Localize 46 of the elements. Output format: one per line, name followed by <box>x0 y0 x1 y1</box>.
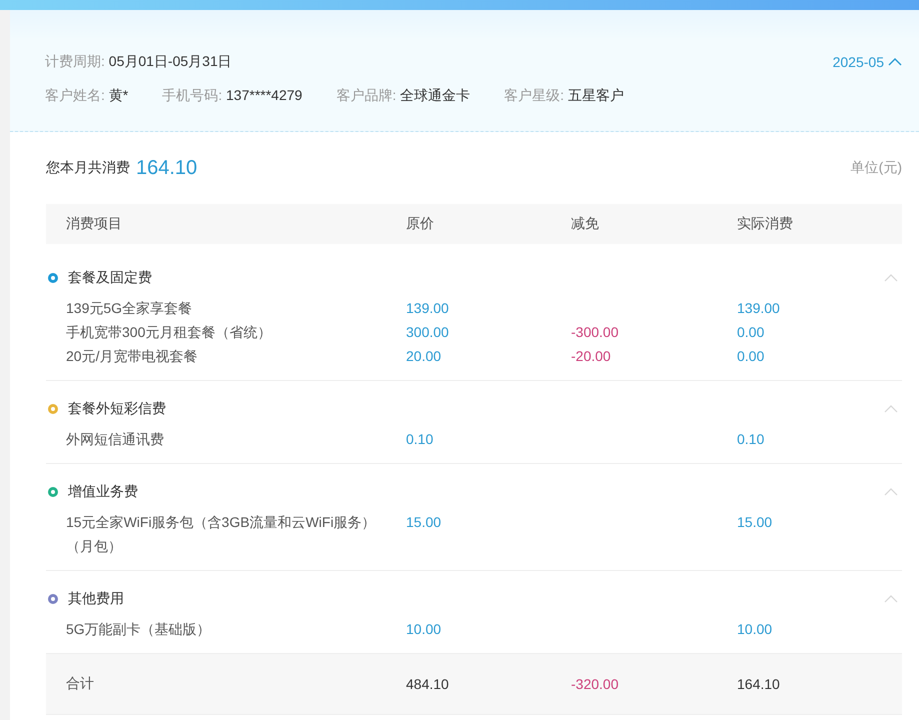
fee-item: 15元全家WiFi服务包（含3GB流量和云WiFi服务）（月包） <box>66 513 377 556</box>
actual-amount: 10.00 <box>737 621 772 637</box>
total-actual: 164.10 <box>737 676 780 692</box>
unit-label: 单位(元) <box>850 159 902 177</box>
category-title: 增值业务费 <box>68 483 138 501</box>
collapse-icon[interactable] <box>884 405 898 413</box>
original-price: 139.00 <box>406 300 449 316</box>
collapse-icon[interactable] <box>884 595 898 603</box>
actual-amount: 0.00 <box>737 348 764 364</box>
fee-item: 139元5G全家享套餐 <box>66 299 194 318</box>
total-original: 484.10 <box>406 676 449 692</box>
fee-item: 外网短信通讯费 <box>66 430 165 449</box>
total-amount: 164.10 <box>136 156 198 180</box>
column-header: 原价 <box>406 215 435 233</box>
customer-info: 手机号码: 137****4279 <box>162 87 302 105</box>
month-selector[interactable]: 2025-05 <box>832 54 902 70</box>
total-label: 您本月共消费 <box>46 159 130 177</box>
category-title: 其他费用 <box>68 590 124 608</box>
discount-amount: -300.00 <box>571 324 618 340</box>
original-price: 300.00 <box>406 324 449 340</box>
chevron-icon <box>888 57 902 67</box>
fee-item: 手机宽带300元月租套餐（省统） <box>66 323 272 342</box>
collapse-icon[interactable] <box>884 274 898 282</box>
column-header: 消费项目 <box>66 215 123 233</box>
customer-info: 客户品牌: 全球通金卡 <box>336 87 470 105</box>
original-price: 20.00 <box>406 348 442 364</box>
actual-amount: 139.00 <box>737 300 780 316</box>
billing-period: 计费周期: 05月01日-05月31日 <box>45 53 232 71</box>
category-title: 套餐及固定费 <box>68 269 152 287</box>
original-price: 10.00 <box>406 621 442 637</box>
category-title: 套餐外短彩信费 <box>68 400 166 418</box>
column-header: 实际消费 <box>737 215 794 233</box>
customer-info: 客户星级: 五星客户 <box>504 87 624 105</box>
discount-amount: -20.00 <box>571 348 611 364</box>
actual-amount: 0.10 <box>737 431 764 447</box>
column-header: 减免 <box>571 215 600 233</box>
actual-amount: 15.00 <box>737 514 772 530</box>
actual-amount: 0.00 <box>737 324 764 340</box>
original-price: 15.00 <box>406 514 442 530</box>
total-row-label: 合计 <box>66 675 94 691</box>
total-discount: -320.00 <box>571 676 618 692</box>
customer-info: 客户姓名: 黄* <box>45 87 128 105</box>
fee-item: 20元/月宽带电视套餐 <box>66 347 198 366</box>
original-price: 0.10 <box>406 431 434 447</box>
fee-item: 5G万能副卡（基础版） <box>66 620 212 639</box>
collapse-icon[interactable] <box>884 488 898 496</box>
